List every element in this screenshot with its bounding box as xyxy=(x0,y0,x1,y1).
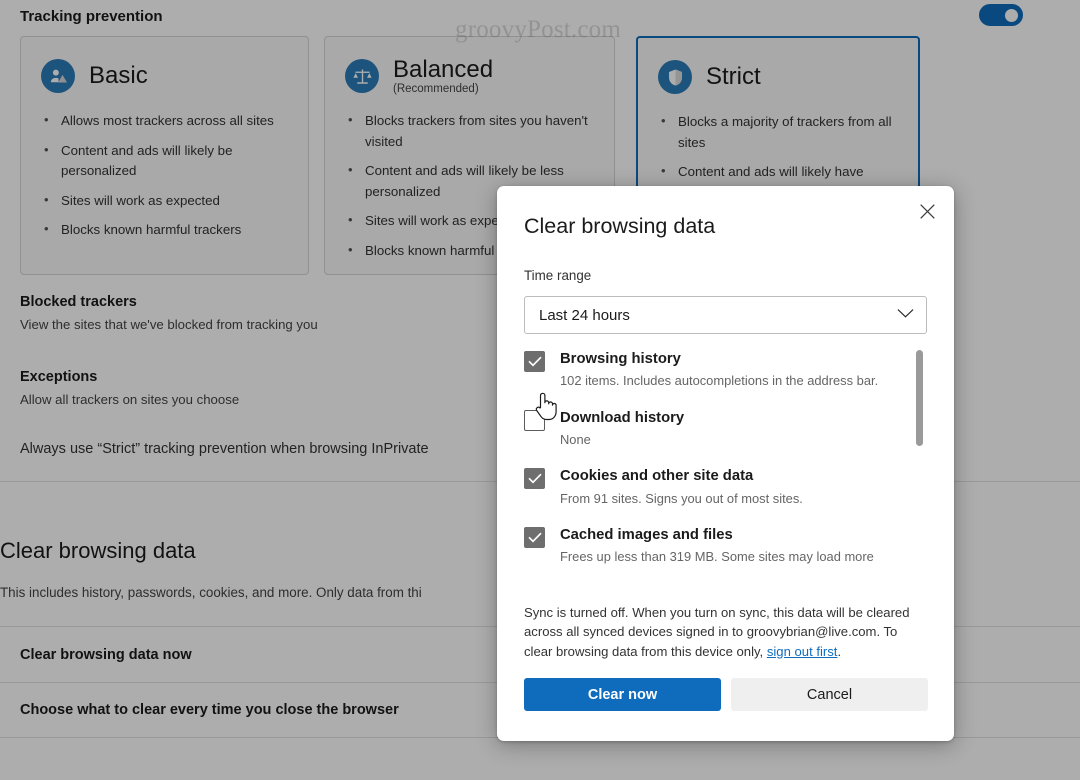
blocked-trackers-heading: Blocked trackers xyxy=(20,294,137,310)
exceptions-description: Allow all trackers on sites you choose xyxy=(20,392,240,407)
card-title: Strict xyxy=(706,63,761,91)
card-bullet: Allows most trackers across all sites xyxy=(41,110,288,132)
checkbox-label: Download history xyxy=(560,409,685,426)
blocked-trackers-description: View the sites that we've blocked from t… xyxy=(20,317,318,332)
card-bullet: Blocks known harmful trackers xyxy=(41,219,288,241)
clear-browsing-data-dialog: Clear browsing data Time range Last 24 h… xyxy=(497,186,954,741)
card-bullet: Sites will work as expected xyxy=(41,190,288,212)
sync-notice-text-after: . xyxy=(837,643,842,659)
person-blocked-icon xyxy=(41,59,75,93)
checkbox-sublabel: 102 items. Includes autocompletions in t… xyxy=(560,373,879,389)
tracking-prevention-toggle[interactable] xyxy=(979,4,1023,26)
dialog-title: Clear browsing data xyxy=(524,214,716,238)
close-icon[interactable] xyxy=(912,196,942,226)
card-bullet-list: Allows most trackers across all sites Co… xyxy=(41,110,288,241)
row-label: Clear browsing data now xyxy=(20,646,192,663)
sync-notice-text-before: Sync is turned off. When you turn on syn… xyxy=(524,605,910,659)
row-label: Choose what to clear every time you clos… xyxy=(20,702,399,718)
exceptions-heading: Exceptions xyxy=(20,369,98,385)
checkbox-download-history[interactable] xyxy=(524,409,545,431)
data-type-checklist: Browsing history 102 items. Includes aut… xyxy=(524,350,927,600)
time-range-label: Time range xyxy=(524,268,592,283)
scrollbar-thumb[interactable] xyxy=(916,350,923,446)
toggle-knob xyxy=(1005,9,1018,22)
clear-browsing-data-section-title: Clear browsing data xyxy=(0,538,196,563)
chevron-down-icon xyxy=(897,306,914,324)
card-title: Balanced xyxy=(393,55,494,83)
checkbox-cached-images-and-files[interactable] xyxy=(524,526,545,548)
dialog-actions: Clear now Cancel xyxy=(524,678,928,711)
checkbox-row-cached-images-and-files[interactable]: Cached images and files Frees up less th… xyxy=(524,526,927,566)
time-range-select[interactable]: Last 24 hours xyxy=(524,296,927,334)
checkbox-label: Cookies and other site data xyxy=(560,468,754,485)
sign-out-first-link[interactable]: sign out first xyxy=(767,644,838,659)
checkbox-sublabel: Frees up less than 319 MB. Some sites ma… xyxy=(560,549,874,565)
sync-notice: Sync is turned off. When you turn on syn… xyxy=(524,603,929,661)
card-title: Basic xyxy=(89,62,148,90)
checkbox-row-cookies-and-site-data[interactable]: Cookies and other site data From 91 site… xyxy=(524,467,927,507)
inprivate-strict-label: Always use “Strict” tracking prevention … xyxy=(20,441,429,457)
time-range-value: Last 24 hours xyxy=(539,306,630,324)
exceptions-row[interactable]: Exceptions Allow all trackers on sites y… xyxy=(20,369,239,407)
checkbox-sublabel: None xyxy=(560,431,591,447)
card-subtitle: (Recommended) xyxy=(393,83,479,96)
clear-now-button[interactable]: Clear now xyxy=(524,678,721,711)
screen: Tracking prevention Basic • Allows most … xyxy=(0,0,1080,780)
card-bullet: Blocks a majority of trackers from all s… xyxy=(658,111,898,153)
checkbox-row-download-history[interactable]: Download history None xyxy=(524,409,927,449)
clear-browsing-data-section-description: This includes history, passwords, cookie… xyxy=(0,585,422,600)
shield-icon xyxy=(658,60,692,94)
checklist-scrollbar[interactable] xyxy=(916,350,923,600)
card-header: Strict xyxy=(658,56,898,98)
tracking-prevention-heading: Tracking prevention xyxy=(20,8,163,25)
card-title-group: Basic xyxy=(89,63,148,88)
blocked-trackers-row[interactable]: Blocked trackers View the sites that we'… xyxy=(20,294,318,332)
card-title-group: Balanced (Recommended) xyxy=(393,57,493,95)
checkbox-cookies-and-site-data[interactable] xyxy=(524,468,545,490)
card-bullet: Blocks trackers from sites you haven't v… xyxy=(345,110,594,152)
card-title-group: Strict xyxy=(706,64,761,89)
card-header: Basic xyxy=(41,55,288,97)
scales-balance-icon xyxy=(345,59,379,93)
checkbox-browsing-history[interactable] xyxy=(524,351,545,372)
card-bullet: Content and ads will likely be personali… xyxy=(41,140,288,182)
checkbox-label: Browsing history xyxy=(560,351,681,367)
checkbox-row-browsing-history[interactable]: Browsing history 102 items. Includes aut… xyxy=(524,350,927,390)
card-header: Balanced (Recommended) xyxy=(345,55,594,97)
checkbox-label: Cached images and files xyxy=(560,526,733,543)
checkbox-sublabel: From 91 sites. Signs you out of most sit… xyxy=(560,490,803,506)
tracking-prevention-card-basic[interactable]: Basic Allows most trackers across all si… xyxy=(20,36,309,275)
cancel-button[interactable]: Cancel xyxy=(731,678,928,711)
inprivate-strict-row[interactable]: Always use “Strict” tracking prevention … xyxy=(20,441,429,457)
